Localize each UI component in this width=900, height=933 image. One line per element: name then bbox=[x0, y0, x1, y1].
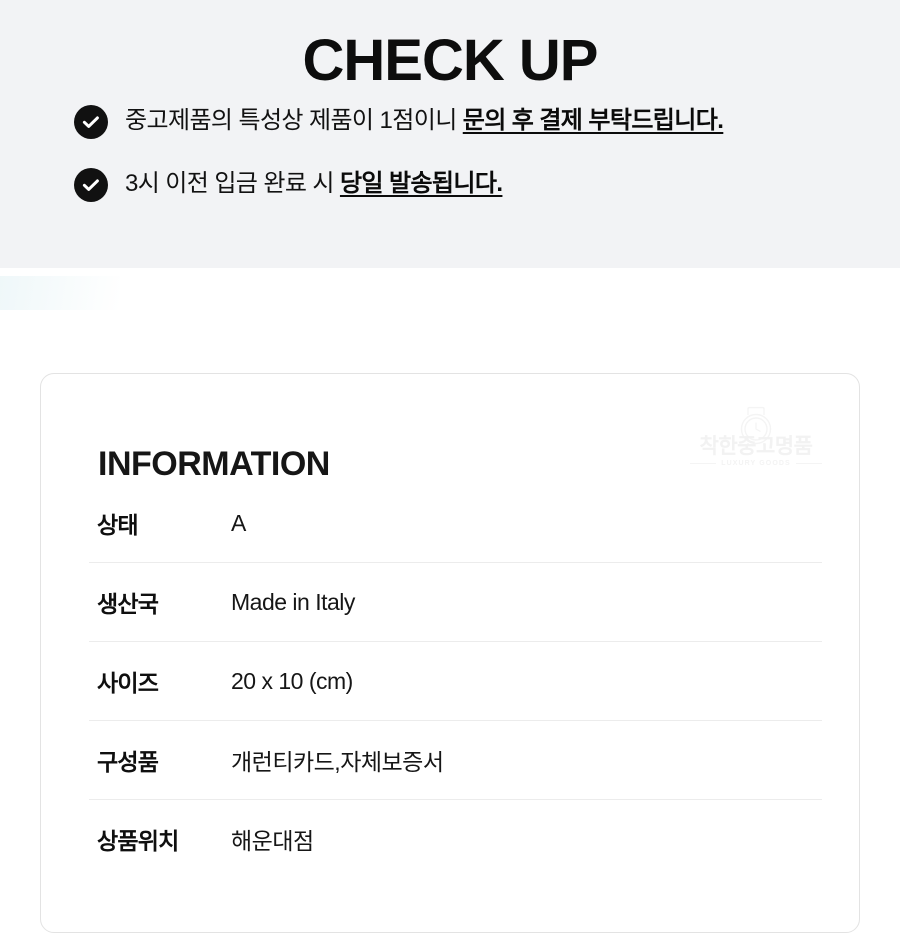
brand-watermark-logo: 착한중고명품 LUXURY GOODS bbox=[690, 406, 823, 470]
checkup-item: 3시 이전 입금 완료 시 당일 발송됩니다. bbox=[74, 165, 874, 203]
checkup-list: 중고제품의 특성상 제품이 1점이니 문의 후 결제 부탁드립니다. 3시 이전… bbox=[74, 102, 874, 203]
information-spec-table: 상태 A 생산국 Made in Italy 사이즈 20 x 10 (cm) … bbox=[89, 484, 822, 878]
checkup-title: CHECK UP bbox=[302, 27, 599, 93]
check-circle-icon bbox=[74, 168, 108, 202]
spec-value: 해운대점 bbox=[231, 828, 314, 854]
product-detail-page: CHECK UP 중고제품의 특성상 제품이 1점이니 문의 후 결제 부탁드립… bbox=[0, 0, 900, 933]
spec-value: Made in Italy bbox=[231, 588, 355, 615]
spec-label: 생산국 bbox=[97, 591, 159, 617]
table-row: 사이즈 20 x 10 (cm) bbox=[89, 642, 822, 721]
brand-subtitle: LUXURY GOODS bbox=[721, 460, 791, 467]
table-row: 상품위치 해운대점 bbox=[89, 800, 822, 878]
background-artifact bbox=[0, 276, 120, 310]
checkup-item-text-emphasis: 문의 후 결제 부탁드립니다. bbox=[462, 107, 724, 134]
watch-icon bbox=[728, 406, 784, 446]
checkup-item-text: 3시 이전 입금 완료 시 당일 발송됩니다. bbox=[125, 165, 503, 203]
brand-subtitle-row: LUXURY GOODS bbox=[690, 459, 823, 468]
spec-value: A bbox=[231, 509, 246, 536]
checkup-item-text-plain: 중고제품의 특성상 제품이 1점이니 bbox=[125, 107, 463, 134]
checkup-item: 중고제품의 특성상 제품이 1점이니 문의 후 결제 부탁드립니다. bbox=[74, 102, 874, 140]
brand-rule-right bbox=[795, 463, 823, 464]
checkup-section: CHECK UP 중고제품의 특성상 제품이 1점이니 문의 후 결제 부탁드립… bbox=[0, 0, 900, 268]
spec-value: 개런티카드,자체보증서 bbox=[231, 749, 444, 775]
brand-rule-left bbox=[690, 463, 717, 464]
checkup-item-text-emphasis: 당일 발송됩니다. bbox=[339, 170, 503, 197]
spec-label: 구성품 bbox=[97, 749, 159, 775]
checkup-item-text: 중고제품의 특성상 제품이 1점이니 문의 후 결제 부탁드립니다. bbox=[125, 102, 724, 140]
spec-label: 사이즈 bbox=[97, 670, 159, 696]
spec-value: 20 x 10 (cm) bbox=[231, 667, 353, 694]
table-row: 생산국 Made in Italy bbox=[89, 563, 822, 642]
information-card: INFORMATION 착한중고명품 LUXURY GOODS 상태 A 생산국… bbox=[40, 373, 860, 933]
information-heading: INFORMATION bbox=[98, 445, 330, 484]
spec-label: 상태 bbox=[97, 512, 139, 538]
table-row: 구성품 개런티카드,자체보증서 bbox=[89, 721, 822, 800]
check-circle-icon bbox=[74, 105, 108, 139]
table-row: 상태 A bbox=[89, 484, 822, 563]
spec-label: 상품위치 bbox=[97, 828, 179, 854]
checkup-item-text-plain: 3시 이전 입금 완료 시 bbox=[125, 170, 340, 197]
brand-name: 착한중고명품 bbox=[699, 435, 813, 458]
